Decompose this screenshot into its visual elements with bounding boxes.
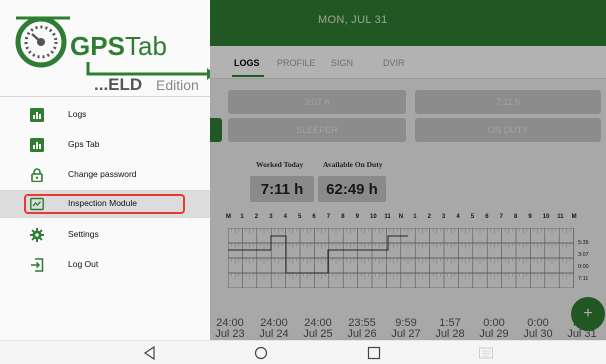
gear-icon: [30, 228, 44, 242]
menu-item-label: Log Out: [68, 259, 99, 269]
logo-edition-bold: ...ELD: [94, 75, 142, 92]
system-navigation-bar: [0, 340, 606, 364]
logo-edition-light: Edition: [156, 77, 199, 92]
bar-chart-icon: [30, 138, 44, 152]
menu-item-logs[interactable]: Logs: [0, 101, 210, 129]
menu-item-settings[interactable]: Settings: [0, 221, 210, 249]
logo-brand-light: Tab: [125, 31, 167, 61]
drawer-divider: [0, 96, 210, 97]
logo-graphic: GPS Tab ...ELD Edition: [15, 16, 215, 94]
keyboard-icon[interactable]: [478, 345, 494, 361]
back-icon[interactable]: [142, 345, 158, 361]
menu-item-gps-tab[interactable]: Gps Tab: [0, 131, 210, 159]
highlight-box: [24, 194, 185, 214]
menu-item-label: Gps Tab: [68, 139, 100, 149]
navigation-drawer: GPS Tab ...ELD Edition Logs Gps Tab Chan…: [0, 0, 215, 340]
lock-icon: [31, 168, 43, 182]
menu-item-label: Change password: [68, 169, 137, 179]
menu-item-change-password[interactable]: Change password: [0, 161, 210, 189]
logout-icon: [31, 258, 44, 272]
bar-chart-icon: [30, 108, 44, 122]
menu-item-log-out[interactable]: Log Out: [0, 251, 210, 279]
logo-brand-bold: GPS: [70, 31, 125, 61]
menu-item-label: Settings: [68, 229, 99, 239]
gpstab-eld-logo: GPS Tab ...ELD Edition: [10, 6, 215, 94]
home-icon[interactable]: [253, 345, 269, 361]
recents-icon[interactable]: [366, 345, 382, 361]
menu-item-label: Logs: [68, 109, 87, 119]
